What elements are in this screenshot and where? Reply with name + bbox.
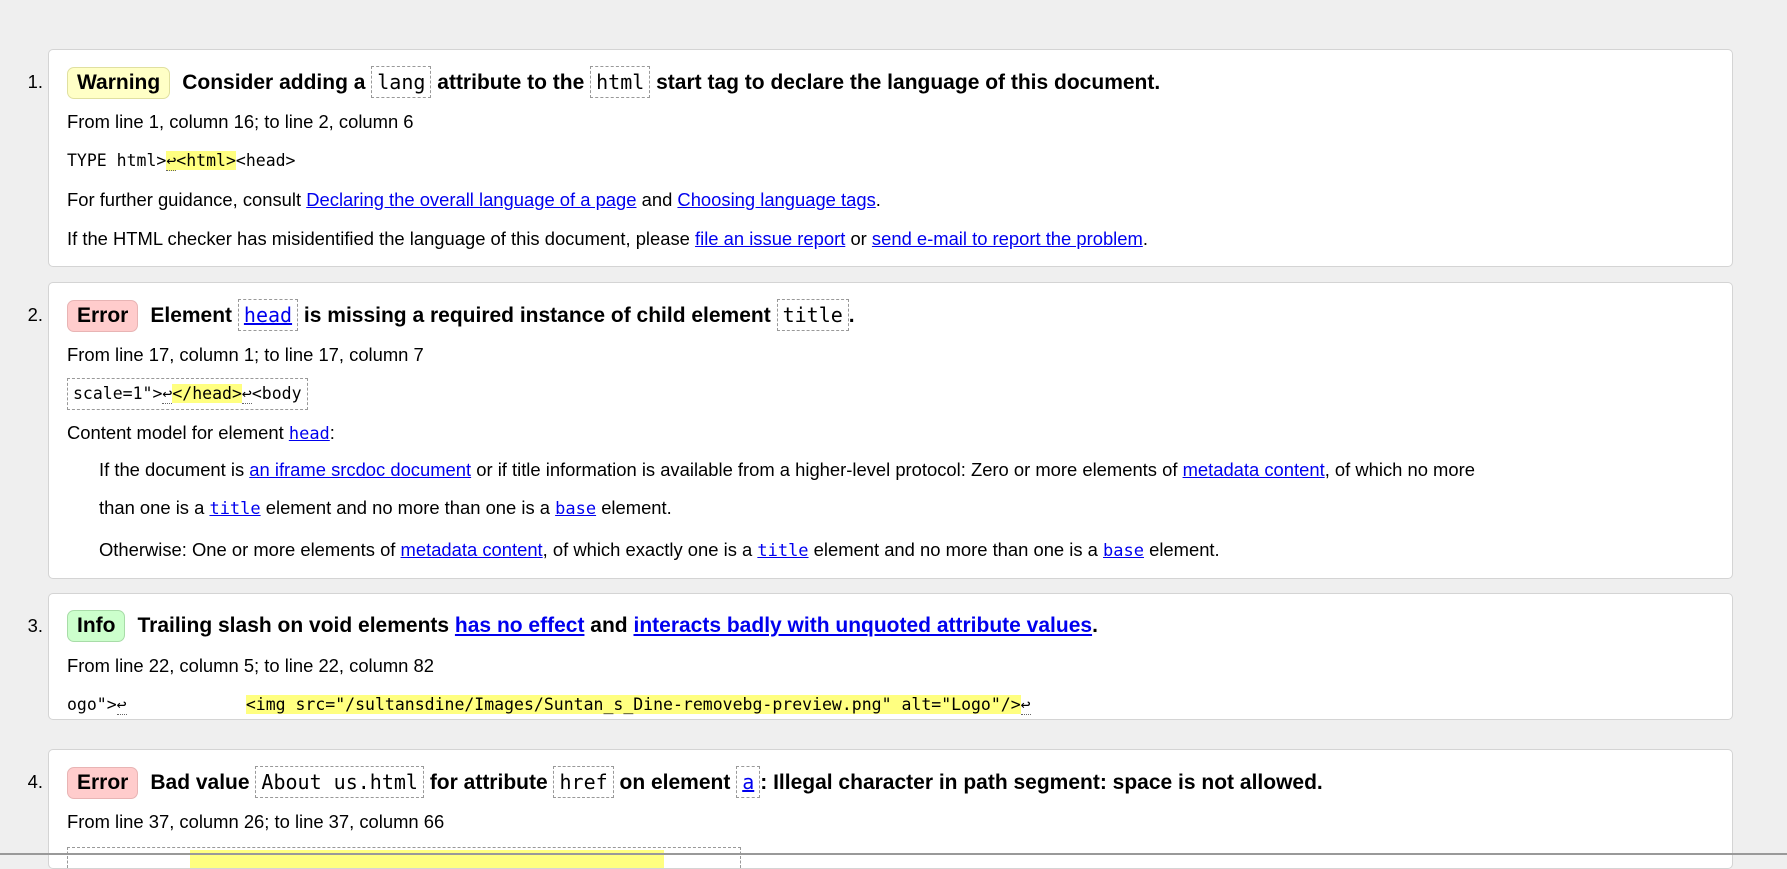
link-title[interactable]: title <box>757 541 808 561</box>
code-before: ogo"> <box>67 695 117 714</box>
link-choosing-language-tags[interactable]: Choosing language tags <box>677 189 875 210</box>
message-number: 2. <box>27 304 43 325</box>
text: element. <box>1149 539 1220 560</box>
message-warning-lang: 1. Warning Consider adding a lang attribu… <box>28 49 1733 267</box>
text: element and no more than one is a <box>813 539 1098 560</box>
line-feed-icon: ↩ <box>241 384 252 404</box>
link-base[interactable]: base <box>555 499 596 519</box>
code-after: <head> <box>235 151 296 170</box>
link-head[interactable]: head <box>289 424 330 444</box>
message-number: 1. <box>27 71 43 92</box>
link-a-element[interactable]: a <box>742 770 754 794</box>
location: From line 1, column 16; to line 2, colum… <box>67 111 414 132</box>
message-error-head-title: 2. Error Element head is missing a requir… <box>28 282 1733 579</box>
text: or <box>850 228 867 249</box>
code-title: title <box>776 299 849 331</box>
text: Otherwise: One or more elements of <box>99 539 396 560</box>
text: If the document is <box>99 459 245 480</box>
link-iframe-srcdoc[interactable]: an iframe srcdoc document <box>249 459 471 480</box>
code-a: a <box>736 766 761 798</box>
message-heading: Error Bad value About us.html for attribu… <box>67 762 1732 802</box>
location: From line 22, column 5; to line 22, colu… <box>67 655 434 676</box>
heading-text: Element <box>150 304 233 327</box>
text: , of which no more <box>1324 459 1475 480</box>
link-interacts-badly[interactable]: interacts badly with unquoted attribute … <box>633 614 1092 637</box>
message-error-bad-href: 4. Error Bad value About us.html for attr… <box>28 749 1733 869</box>
text: , of which exactly one is a <box>542 539 753 560</box>
code-href: href <box>553 766 614 798</box>
link-metadata-content[interactable]: metadata content <box>401 539 543 560</box>
text: or if title information is available fro… <box>476 459 1178 480</box>
text: Content model for element <box>67 422 284 443</box>
message-number: 4. <box>27 771 43 792</box>
link-send-email[interactable]: send e-mail to report the problem <box>872 228 1143 249</box>
code-head: head <box>237 299 299 331</box>
content-model: Content model for element head: <box>67 413 1732 452</box>
link-title[interactable]: title <box>209 499 260 519</box>
text: . <box>1142 228 1148 249</box>
heading-text: attribute to the <box>437 71 585 94</box>
heading-text: . <box>1092 614 1098 637</box>
error-badge: Error <box>67 300 139 332</box>
heading-text: Trailing slash on void elements <box>137 614 450 637</box>
text: than one is a <box>99 497 205 518</box>
line-feed-icon: ↩ <box>166 151 177 171</box>
code-lang: lang <box>371 66 432 98</box>
heading-text: on element <box>619 771 731 794</box>
heading-text: Consider adding a <box>182 71 366 94</box>
message-heading: Warning Consider adding a lang attribute … <box>67 62 1732 102</box>
code-highlight: </head> <box>172 384 242 403</box>
warning-badge: Warning <box>67 67 171 99</box>
report: If the HTML checker has misidentified th… <box>67 219 1732 258</box>
line-feed-icon: ↩ <box>162 384 173 404</box>
code-html: html <box>590 66 651 98</box>
text: : <box>329 422 335 443</box>
line-feed-icon: ↩ <box>1020 695 1031 715</box>
link-metadata-content[interactable]: metadata content <box>1183 459 1325 480</box>
code-bad-value: About us.html <box>255 766 424 798</box>
text: and <box>641 189 673 210</box>
location: From line 37, column 26; to line 37, col… <box>67 811 445 832</box>
code-extract-partial <box>67 847 741 868</box>
line-feed-icon: ↩ <box>116 695 127 715</box>
text: If the HTML checker has misidentified th… <box>67 228 690 249</box>
code-after: <body <box>251 384 302 403</box>
guidance: For further guidance, consult Declaring … <box>67 180 1732 219</box>
text: . <box>875 189 881 210</box>
content-model-line: than one is a title element and no more … <box>67 488 1732 528</box>
location: From line 17, column 1; to line 17, colu… <box>67 344 424 365</box>
text: element and no more than one is a <box>265 497 550 518</box>
content-model-line: Otherwise: One or more elements of metad… <box>67 528 1732 571</box>
error-badge: Error <box>67 767 139 799</box>
text: element. <box>601 497 672 518</box>
link-base[interactable]: base <box>1103 541 1144 561</box>
message-number: 3. <box>27 615 43 636</box>
text: For further guidance, consult <box>67 189 302 210</box>
content-model-line: If the document is an iframe srcdoc docu… <box>67 452 1732 488</box>
message-info-trailing-slash: 3. Info Trailing slash on void elements h… <box>28 593 1733 720</box>
message-heading: Error Element head is missing a required … <box>67 295 1732 335</box>
code-highlight: <html> <box>176 151 236 170</box>
link-declaring-language[interactable]: Declaring the overall language of a page <box>306 189 636 210</box>
heading-text: : Illegal character in path segment: spa… <box>760 771 1323 794</box>
heading-text: start tag to declare the language of thi… <box>656 71 1161 94</box>
info-badge: Info <box>67 610 126 642</box>
code-extract: scale=1">↩</head>↩<body <box>67 374 1732 413</box>
code-highlight: <img src="/sultansdine/Images/Suntan_s_D… <box>245 695 1021 714</box>
heading-text: for attribute <box>429 771 548 794</box>
code-extract: TYPE html>↩<html><head> <box>67 141 1732 180</box>
code-before: TYPE html> <box>67 151 167 170</box>
message-heading: Info Trailing slash on void elements has … <box>67 606 1732 646</box>
link-file-issue[interactable]: file an issue report <box>695 228 845 249</box>
link-head[interactable]: head <box>244 303 292 327</box>
link-has-no-effect[interactable]: has no effect <box>455 614 585 637</box>
code-before: scale=1"> <box>73 384 163 403</box>
heading-text: Bad value <box>150 771 250 794</box>
heading-text: is missing a required instance of child … <box>303 304 771 327</box>
code-extract: ogo">↩ <img src="/sultansdine/Images/Sun… <box>67 685 1732 724</box>
heading-text: and <box>590 614 628 637</box>
heading-text: . <box>848 304 855 327</box>
